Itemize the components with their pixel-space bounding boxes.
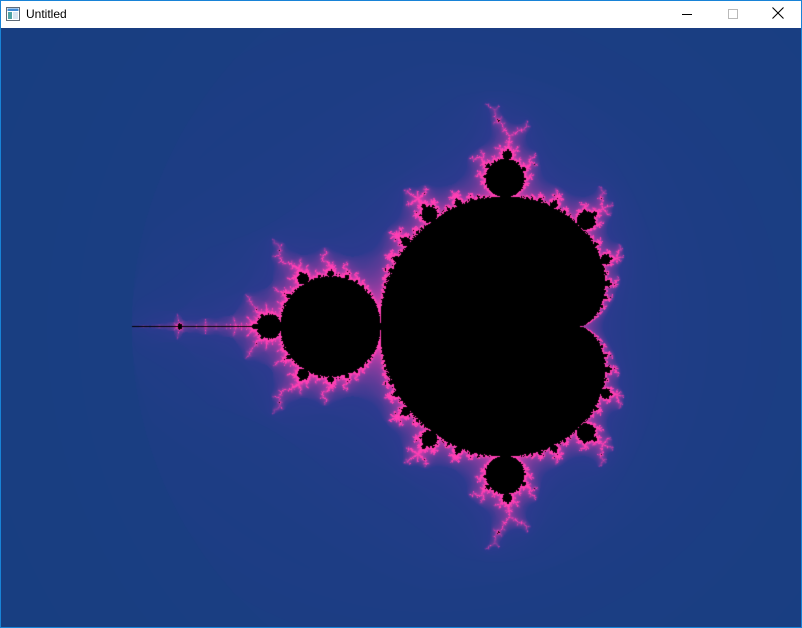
- window-app-icon[interactable]: [6, 7, 20, 21]
- minimize-button[interactable]: [664, 1, 710, 28]
- minimize-icon: [682, 6, 692, 24]
- close-button[interactable]: [755, 1, 801, 28]
- maximize-button[interactable]: [710, 1, 756, 28]
- window-title: Untitled: [26, 7, 67, 21]
- app-window: Untitled: [0, 0, 802, 628]
- close-icon: [772, 6, 784, 24]
- fractal-view[interactable]: [1, 28, 801, 627]
- mandelbrot-canvas[interactable]: [1, 28, 801, 627]
- maximize-icon: [728, 6, 738, 24]
- title-bar[interactable]: Untitled: [1, 1, 801, 28]
